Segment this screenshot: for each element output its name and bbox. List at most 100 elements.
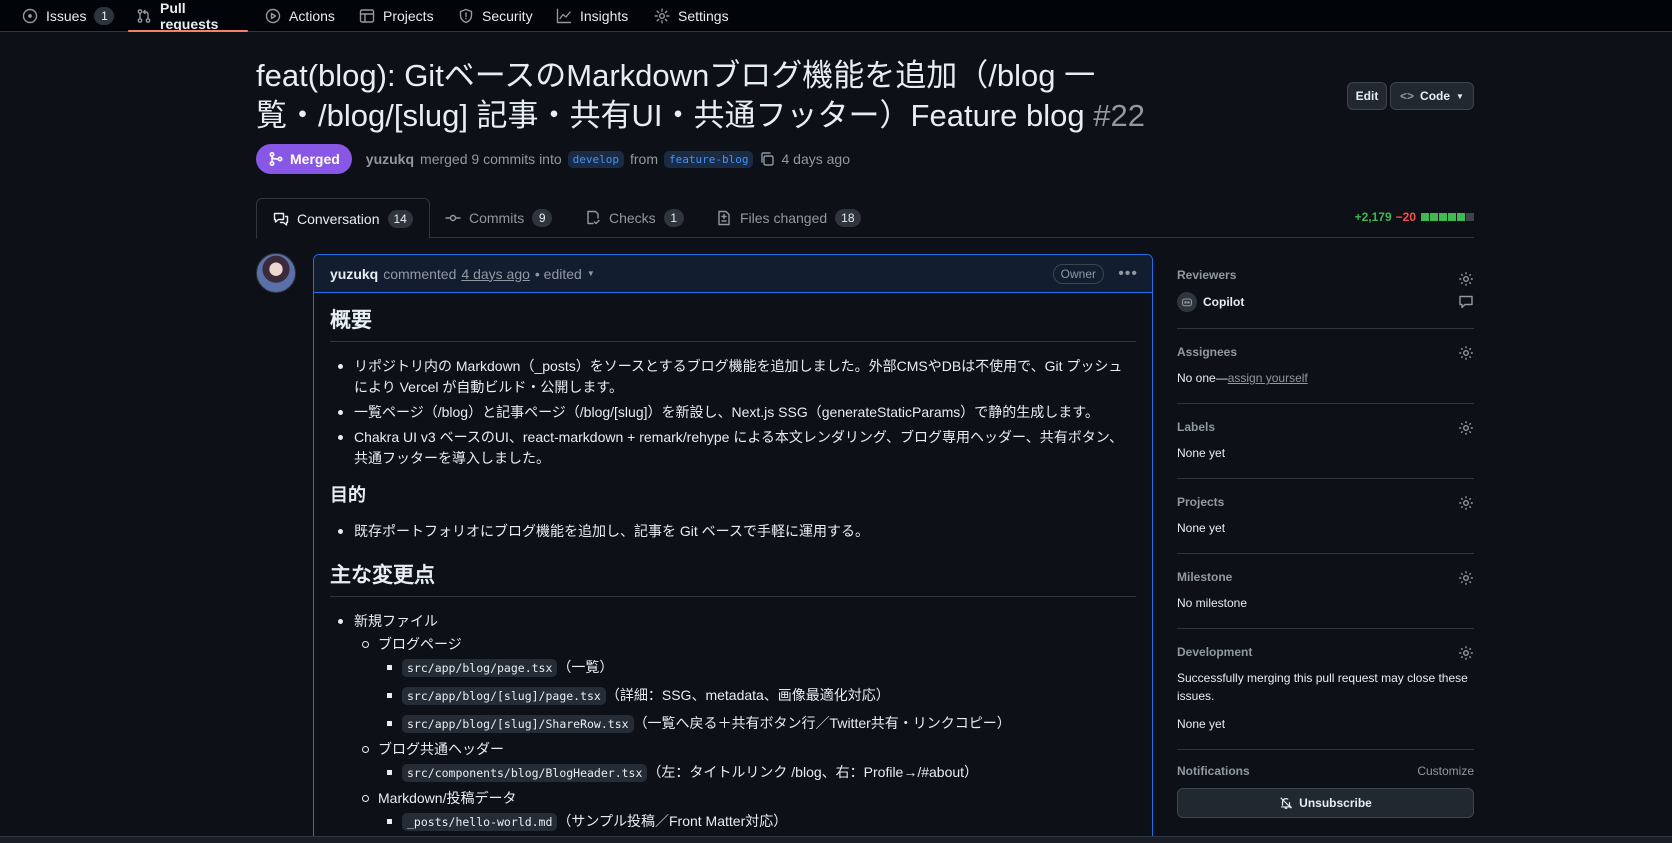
comment-icon[interactable] <box>1458 294 1474 310</box>
graph-icon <box>556 8 572 24</box>
table-icon <box>359 8 375 24</box>
projects-label[interactable]: Projects <box>1177 495 1474 509</box>
comment-card: yuzukq commented 4 days ago • edited ▼ O… <box>313 254 1153 843</box>
assign-yourself-link[interactable]: assign yourself <box>1228 371 1308 385</box>
diffstat-block <box>1430 213 1438 221</box>
heading-changes: 主な変更点 <box>330 562 1136 597</box>
comment-header: yuzukq commented 4 days ago • edited ▼ O… <box>314 255 1152 293</box>
base-branch[interactable]: develop <box>567 150 624 168</box>
kebab-horizontal-icon[interactable]: ••• <box>1118 265 1138 283</box>
gear-icon <box>654 7 670 24</box>
list-item: Markdown/投稿データ _posts/hello-world.md （サンプ… <box>354 788 1136 835</box>
head-branch[interactable]: feature-blog <box>664 150 754 168</box>
file-path: src/components/blog/BlogHeader.tsx <box>402 764 648 782</box>
triangle-down-icon[interactable]: ▼ <box>587 269 595 278</box>
tab-checks[interactable]: Checks 1 <box>569 198 700 238</box>
pr-author-link[interactable]: yuzukq <box>366 151 414 167</box>
list-item: 新規ファイル ブログページ src/app/blog/page.tsx （一覧） … <box>330 611 1136 835</box>
list-item: src/components/blog/BlogHeader.tsx （左：タイト… <box>378 760 1136 786</box>
list-item: src/app/blog/page.tsx （一覧） <box>378 655 1136 681</box>
unsubscribe-label: Unsubscribe <box>1299 796 1372 810</box>
code-button[interactable]: <> Code ▼ <box>1390 82 1474 110</box>
diffstat-block <box>1466 213 1474 221</box>
bell-slash-icon <box>1280 797 1293 809</box>
nav-actions[interactable]: Actions <box>257 0 343 31</box>
unsubscribe-button[interactable]: Unsubscribe <box>1177 788 1474 818</box>
play-icon <box>265 8 281 24</box>
diffstat-block <box>1439 213 1447 221</box>
nav-issues-label: Issues <box>46 7 87 24</box>
nav-projects-label: Projects <box>383 7 434 24</box>
blog-pages-label: ブログページ <box>378 636 462 652</box>
deletions-count: −20 <box>1395 210 1416 224</box>
milestone-value: No milestone <box>1177 596 1248 610</box>
overview-list: リポジトリ内の Markdown（_posts）をソースとするブログ機能を追加し… <box>330 356 1136 469</box>
development-value: None yet <box>1177 717 1226 731</box>
nav-issues[interactable]: Issues 1 <box>14 0 122 31</box>
git-pull-request-icon <box>136 8 152 24</box>
tab-files-changed[interactable]: Files changed 18 <box>700 198 877 238</box>
heading-overview: 概要 <box>330 307 1136 342</box>
nav-insights[interactable]: Insights <box>548 0 636 31</box>
nav-projects[interactable]: Projects <box>351 0 442 31</box>
comment-edited[interactable]: • edited <box>535 266 582 282</box>
file-path: src/app/blog/[slug]/ShareRow.tsx <box>402 715 634 733</box>
gear-icon[interactable] <box>1458 345 1474 361</box>
diffstat-block <box>1421 213 1429 221</box>
copilot-icon <box>1177 292 1197 312</box>
reviewer-copilot[interactable]: Copilot <box>1177 292 1474 312</box>
list-item: 一覧ページ（/blog）と記事ページ（/blog/[slug]）を新設し、Nex… <box>330 402 1136 423</box>
checklist-icon <box>585 210 601 226</box>
tab-conversation-count: 14 <box>387 209 413 228</box>
comment-discussion-icon <box>273 211 289 227</box>
assignees-label[interactable]: Assignees <box>1177 345 1474 359</box>
git-commit-icon <box>445 210 461 226</box>
reviewers-label[interactable]: Reviewers <box>1177 268 1474 282</box>
notifications-label: Notifications <box>1177 764 1250 778</box>
pr-meta: Merged yuzukq merged 9 commits into deve… <box>256 144 850 174</box>
repo-nav: Issues 1 Pull requests Actions Projects … <box>0 0 1672 32</box>
avatar[interactable] <box>256 253 296 293</box>
tab-commits[interactable]: Commits 9 <box>429 198 568 238</box>
gear-icon[interactable] <box>1458 271 1474 287</box>
list-item: ブログ共通ヘッダー src/components/blog/BlogHeader… <box>354 739 1136 786</box>
new-files-label: 新規ファイル <box>354 613 438 629</box>
customize-link[interactable]: Customize <box>1417 764 1474 778</box>
list-item: 既存ポートフォリオにブログ機能を追加し、記事を Git ベースで手軽に運用する。 <box>330 521 1136 542</box>
nav-settings-label: Settings <box>678 7 729 24</box>
comment-body: 概要 リポジトリ内の Markdown（_posts）をソースとするブログ機能を… <box>314 293 1152 843</box>
comment-author[interactable]: yuzukq <box>330 266 378 282</box>
file-desc: （詳細：SSG、metadata、画像最適化対応） <box>605 687 890 703</box>
nav-security-label: Security <box>482 7 533 24</box>
reviewer-name: Copilot <box>1203 295 1245 309</box>
list-item: src/app/blog/[slug]/ShareRow.tsx （一覧へ戻る＋共… <box>378 711 1136 737</box>
nav-settings[interactable]: Settings <box>646 0 737 31</box>
gear-icon[interactable] <box>1458 495 1474 511</box>
comment-time[interactable]: 4 days ago <box>461 266 530 282</box>
milestone-label[interactable]: Milestone <box>1177 570 1474 584</box>
nav-pull-requests[interactable]: Pull requests <box>128 0 248 32</box>
heading-purpose: 目的 <box>330 485 366 505</box>
edit-button[interactable]: Edit <box>1347 82 1387 110</box>
blog-header-files: src/components/blog/BlogHeader.tsx （左：タイト… <box>378 760 1136 786</box>
sidebar-labels: Labels None yet <box>1177 404 1474 479</box>
gear-icon[interactable] <box>1458 570 1474 586</box>
assignees-none: No one— <box>1177 371 1228 385</box>
development-label[interactable]: Development <box>1177 645 1474 659</box>
nav-security[interactable]: Security <box>450 0 541 31</box>
horizontal-scrollbar[interactable] <box>0 836 1672 843</box>
copy-icon[interactable] <box>759 151 775 167</box>
projects-value: None yet <box>1177 521 1226 535</box>
diffstat-block <box>1457 213 1465 221</box>
gear-icon[interactable] <box>1458 420 1474 436</box>
purpose-list: 既存ポートフォリオにブログ機能を追加し、記事を Git ベースで手軽に運用する。 <box>330 521 1136 542</box>
tab-files-changed-label: Files changed <box>740 210 828 226</box>
gear-icon[interactable] <box>1458 645 1474 661</box>
assignees-value: No one—assign yourself <box>1177 369 1474 387</box>
nav-issues-count: 1 <box>94 6 115 25</box>
diffstat: +2,179 −20 <box>1355 210 1474 224</box>
tab-conversation[interactable]: Conversation 14 <box>256 198 430 239</box>
tab-commits-label: Commits <box>469 210 525 226</box>
tab-commits-count: 9 <box>532 209 553 227</box>
labels-label[interactable]: Labels <box>1177 420 1474 434</box>
